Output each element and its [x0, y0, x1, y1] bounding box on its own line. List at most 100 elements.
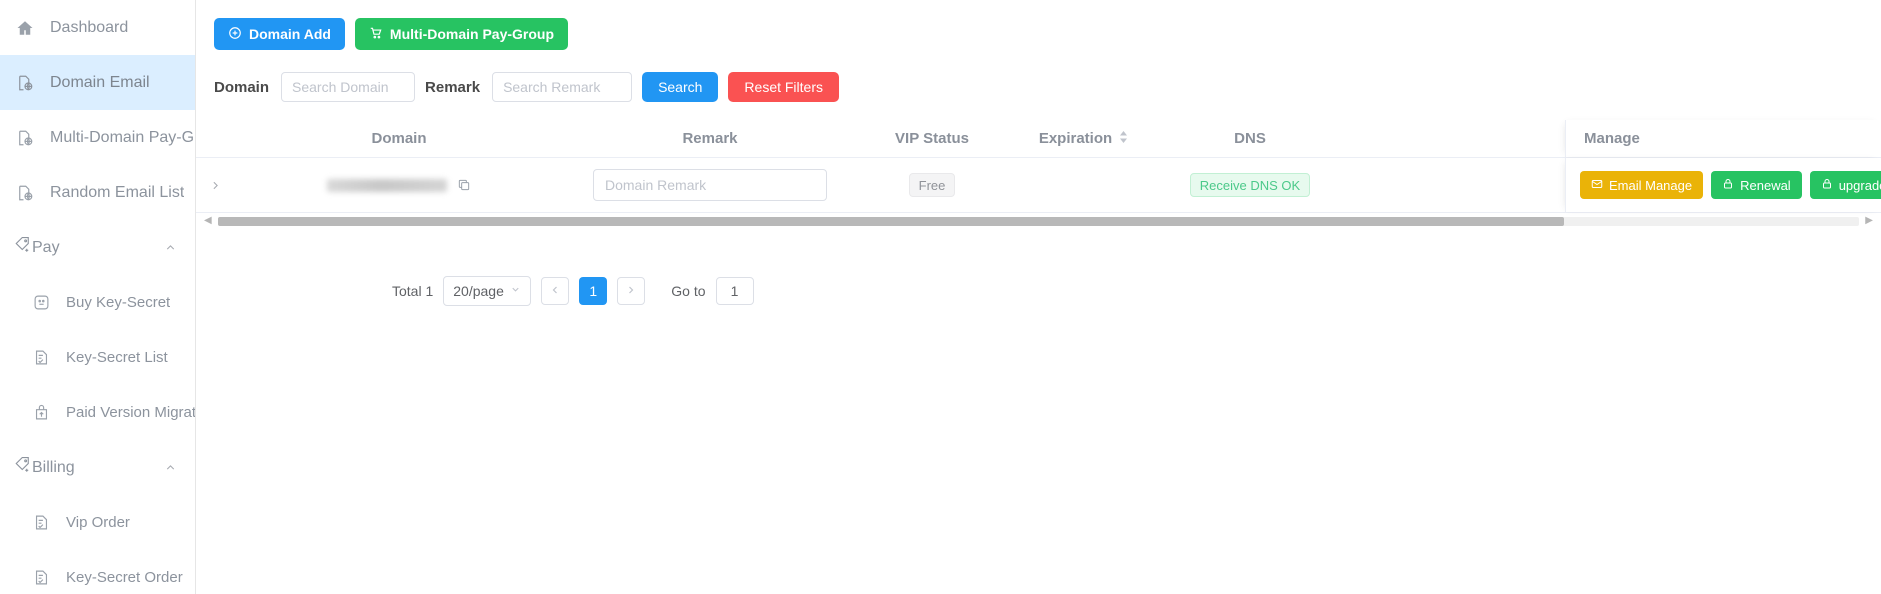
scrollbar-thumb[interactable]: [217, 216, 1564, 226]
row-expand-cell[interactable]: [196, 158, 234, 212]
reset-filters-label: Reset Filters: [744, 79, 823, 95]
search-button-label: Search: [658, 79, 703, 95]
sidebar-item-label: Key-Secret Order: [66, 569, 183, 586]
lock-icon: [1821, 178, 1833, 193]
sidebar-item-paid-version-migration[interactable]: Paid Version Migration: [0, 385, 195, 440]
header-expiration[interactable]: Expiration: [1008, 120, 1160, 157]
upload-bag-icon: [30, 402, 52, 424]
sidebar-item-dashboard[interactable]: Dashboard: [0, 0, 195, 55]
sidebar-item-label: Key-Secret List: [66, 349, 168, 366]
pagination: Total 1 20/page 1 Go to: [196, 228, 1881, 306]
upgrade-label: upgrade: [1838, 177, 1881, 193]
tag-icon: [14, 456, 32, 479]
remark-filter-label: Remark: [425, 78, 481, 96]
status-badge-dns: Receive DNS OK: [1189, 173, 1311, 197]
plus-circle-icon: [228, 26, 242, 43]
domain-filter-label: Domain: [214, 78, 270, 96]
remark-cell: [564, 158, 856, 212]
filter-bar: Domain Remark Search Reset Filters: [196, 50, 1881, 102]
search-domain-input[interactable]: [281, 72, 416, 102]
domain-value-group: [327, 178, 471, 192]
goto-page-input[interactable]: [715, 277, 754, 305]
chevron-left-icon: [549, 284, 561, 299]
sidebar-item-buy-key-secret[interactable]: Buy Key-Secret: [0, 275, 195, 330]
chevron-right-icon: [625, 284, 637, 299]
domain-add-button[interactable]: Domain Add: [214, 18, 345, 50]
horizontal-scrollbar[interactable]: ◀ ▶: [196, 214, 1881, 228]
sidebar-item-label: Dashboard: [50, 18, 129, 36]
sidebar-item-vip-order[interactable]: Vip Order: [0, 495, 195, 550]
renewal-button[interactable]: Renewal: [1711, 171, 1802, 199]
email-manage-label: Email Manage: [1609, 177, 1693, 193]
header-remark: Remark: [682, 130, 738, 147]
home-icon: [14, 17, 36, 39]
header-vip-status: VIP Status: [895, 130, 969, 147]
sidebar-item-multi-domain-pay-group[interactable]: Multi-Domain Pay-Group: [0, 110, 195, 165]
copy-icon[interactable]: [457, 178, 471, 192]
sidebar-item-key-secret-order[interactable]: Key-Secret Order: [0, 550, 195, 594]
search-remark-input[interactable]: [492, 72, 633, 102]
table-header-row: Domain Remark VIP Status Expiration DNS …: [196, 120, 1881, 158]
table-row: Free Receive DNS OK Email Manage: [196, 158, 1881, 213]
dns-cell: Receive DNS OK: [1160, 158, 1340, 212]
list-icon: [30, 567, 52, 589]
sidebar: Dashboard Domain Email Multi-Domain Pay-…: [0, 0, 196, 594]
domain-add-label: Domain Add: [249, 26, 331, 42]
page-size-select[interactable]: 20/page: [443, 276, 532, 306]
sidebar-item-label: Paid Version Migration: [66, 404, 195, 421]
status-badge-free: Free: [908, 173, 956, 197]
domain-table: Domain Remark VIP Status Expiration DNS …: [196, 120, 1881, 228]
main-content: Domain Add Multi-Domain Pay-Group Domain…: [196, 0, 1881, 594]
scrollbar-track[interactable]: [217, 216, 1860, 226]
header-dns: DNS: [1234, 130, 1266, 147]
sidebar-item-label: Multi-Domain Pay-Group: [50, 128, 195, 146]
sidebar-item-random-email-list[interactable]: Random Email List: [0, 165, 195, 220]
domain-icon: [14, 127, 36, 149]
sidebar-group-pay[interactable]: Pay: [0, 220, 195, 275]
sidebar-item-key-secret-list[interactable]: Key-Secret List: [0, 330, 195, 385]
sidebar-item-label: Vip Order: [66, 514, 130, 531]
sidebar-item-domain-email[interactable]: Domain Email: [0, 55, 195, 110]
upgrade-button[interactable]: upgrade: [1809, 171, 1881, 199]
list-icon: [30, 512, 52, 534]
multi-domain-pay-group-button[interactable]: Multi-Domain Pay-Group: [354, 18, 569, 50]
prev-page-button[interactable]: [541, 277, 570, 305]
sidebar-group-billing[interactable]: Billing: [0, 440, 195, 495]
page-number-1[interactable]: 1: [579, 277, 608, 305]
multi-domain-pay-group-label: Multi-Domain Pay-Group: [389, 26, 555, 42]
chevron-down-icon: [510, 284, 521, 298]
header-manage: Manage: [1565, 120, 1881, 157]
domain-cell: [234, 158, 564, 212]
scroll-left-icon[interactable]: ◀: [204, 216, 212, 226]
sidebar-item-label: Domain Email: [50, 73, 150, 91]
app-root: Dashboard Domain Email Multi-Domain Pay-…: [0, 0, 1881, 594]
sort-caret-icon[interactable]: [1118, 130, 1129, 148]
sidebar-item-label: Random Email List: [50, 183, 185, 201]
expand-col-header: [196, 120, 234, 157]
header-expiration-label: Expiration: [1038, 130, 1113, 147]
manage-cell: Email Manage Renewal upgrad: [1565, 158, 1881, 212]
tag-icon: [14, 236, 32, 259]
action-toolbar: Domain Add Multi-Domain Pay-Group: [196, 0, 1881, 50]
domain-icon: [14, 72, 36, 94]
domain-remark-input[interactable]: [593, 169, 827, 201]
search-button[interactable]: Search: [642, 72, 719, 102]
sidebar-item-label: Buy Key-Secret: [66, 294, 171, 311]
chevron-right-icon[interactable]: [209, 179, 222, 192]
chevron-up-icon: [164, 241, 177, 254]
domain-name-redacted: [327, 178, 447, 192]
goto-label: Go to: [671, 283, 706, 299]
mail-icon: [1591, 178, 1603, 193]
scroll-right-icon[interactable]: ▶: [1865, 216, 1873, 226]
next-page-button[interactable]: [617, 277, 646, 305]
list-icon: [30, 347, 52, 369]
email-manage-button[interactable]: Email Manage: [1580, 171, 1704, 199]
renewal-label: Renewal: [1740, 177, 1791, 193]
box-icon: [30, 292, 52, 314]
reset-filters-button[interactable]: Reset Filters: [728, 72, 839, 102]
cart-icon: [369, 26, 383, 43]
lock-icon: [1722, 178, 1734, 193]
sidebar-group-label: Billing: [32, 458, 75, 476]
sidebar-group-label: Pay: [32, 238, 60, 256]
total-count-label: Total 1: [392, 283, 434, 299]
